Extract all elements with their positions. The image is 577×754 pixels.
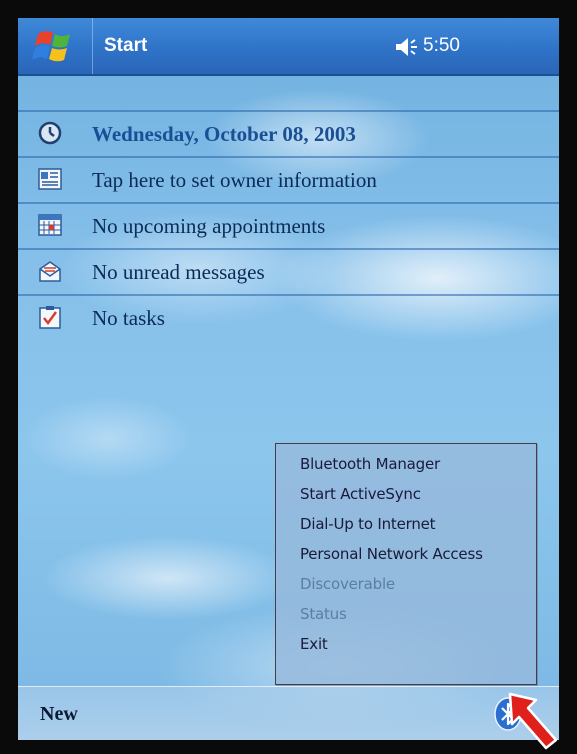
app-title: Start [104,35,148,56]
envelope-icon [39,261,61,282]
new-button[interactable]: New [40,687,78,740]
menu-item-start-activesync[interactable]: Start ActiveSync [276,479,536,509]
menu-item-personal-network-access[interactable]: Personal Network Access [276,539,536,569]
today-item-label: No upcoming appointments [92,214,326,238]
today-item-messages[interactable]: No unread messages [18,250,559,296]
red-arrow-icon [508,692,558,750]
menu-item-exit[interactable]: Exit [276,629,536,659]
windows-flag-icon [32,31,70,62]
today-item-label: No tasks [92,306,165,330]
today-item-owner[interactable]: Tap here to set owner information [18,158,559,204]
command-bar: New [18,686,559,740]
device-frame: Start 5:50 Wednesday, October 08, 2003 T… [0,0,577,754]
pocket-pc-screen: Start 5:50 Wednesday, October 08, 2003 T… [18,18,559,740]
bluetooth-popup-menu: Bluetooth Manager Start ActiveSync Dial-… [275,443,537,685]
menu-item-status: Status [300,605,347,623]
today-item-label: Wednesday, October 08, 2003 [92,122,356,146]
tasks-icon [39,306,61,329]
clock-icon [38,121,62,145]
start-button[interactable] [18,18,93,74]
menu-item-discoverable: Discoverable [300,575,395,593]
owner-card-icon [38,168,62,190]
clock-time[interactable]: 5:50 [423,18,460,74]
today-item-date[interactable]: Wednesday, October 08, 2003 [18,110,559,158]
today-item-label: No unread messages [92,260,265,284]
calendar-icon [38,214,62,236]
today-item-appointments[interactable]: No upcoming appointments [18,204,559,250]
title-bar: Start 5:50 [18,18,559,76]
today-item-tasks[interactable]: No tasks [18,296,559,340]
menu-item-bluetooth-manager[interactable]: Bluetooth Manager [276,449,536,479]
today-item-label: Tap here to set owner information [92,168,377,192]
today-list: Wednesday, October 08, 2003 Tap here to … [18,110,559,340]
menu-item-dial-up[interactable]: Dial-Up to Internet [276,509,536,539]
speaker-icon[interactable] [394,36,420,58]
